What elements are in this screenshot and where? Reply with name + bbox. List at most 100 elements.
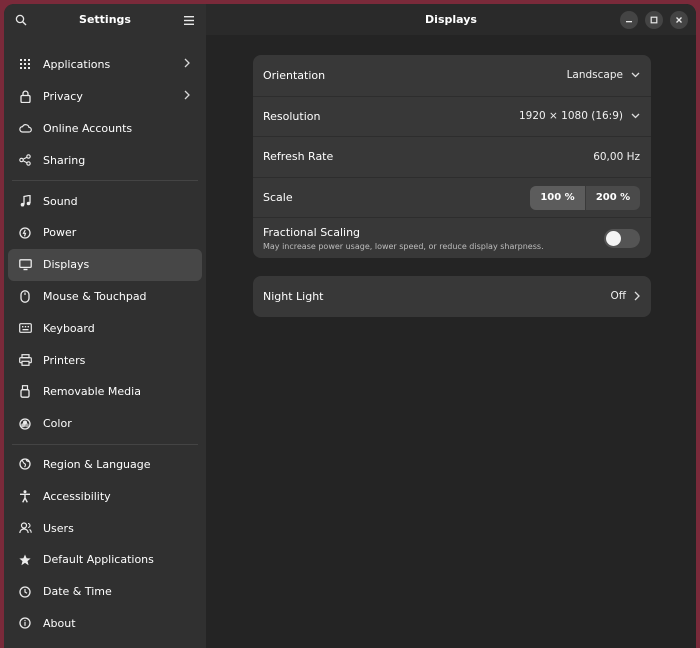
maximize-button[interactable] bbox=[645, 11, 663, 29]
page-title: Displays bbox=[425, 13, 477, 26]
printer-icon bbox=[18, 353, 32, 367]
scale-200-button[interactable]: 200 % bbox=[585, 185, 640, 210]
sidebar-header: Settings bbox=[4, 4, 206, 35]
fractional-scaling-description: May increase power usage, lower speed, o… bbox=[263, 241, 544, 251]
sidebar-item-printers[interactable]: Printers bbox=[8, 344, 202, 376]
mouse-icon bbox=[18, 289, 32, 303]
star-icon bbox=[18, 553, 32, 567]
close-icon bbox=[676, 17, 682, 23]
sidebar-item-applications[interactable]: Applications bbox=[8, 49, 202, 81]
search-icon[interactable] bbox=[12, 11, 30, 29]
globe-icon bbox=[18, 457, 32, 471]
color-icon bbox=[18, 417, 32, 431]
sidebar-item-sound[interactable]: Sound bbox=[8, 185, 202, 217]
minimize-button[interactable] bbox=[620, 11, 638, 29]
usb-icon bbox=[18, 385, 32, 399]
share-icon bbox=[18, 153, 32, 167]
refresh-rate-label: Refresh Rate bbox=[263, 150, 334, 164]
night-light-value: Off bbox=[610, 290, 627, 303]
menu-icon[interactable] bbox=[180, 11, 198, 29]
grid-icon bbox=[18, 58, 32, 72]
night-light-card: Night Light Off bbox=[253, 276, 651, 317]
fractional-scaling-label: Fractional Scaling bbox=[263, 225, 361, 239]
sidebar-item-power[interactable]: Power bbox=[8, 217, 202, 249]
switch-knob bbox=[606, 230, 621, 246]
orientation-row[interactable]: Orientation Landscape bbox=[253, 55, 651, 96]
sidebar-item-label: Removable Media bbox=[43, 385, 141, 399]
sidebar-title: Settings bbox=[79, 13, 131, 26]
sidebar-item-label: Printers bbox=[43, 353, 86, 367]
scale-100-button[interactable]: 100 % bbox=[530, 185, 585, 210]
sidebar-item-label: Sound bbox=[43, 194, 78, 208]
resolution-label: Resolution bbox=[263, 109, 321, 123]
scale-row: Scale 100 % 200 % bbox=[253, 176, 651, 218]
keyboard-icon bbox=[18, 321, 32, 335]
sidebar-item-date-and-time[interactable]: Date & Time bbox=[8, 576, 202, 608]
sidebar-item-accessibility[interactable]: Accessibility bbox=[8, 480, 202, 512]
sidebar-separator bbox=[12, 180, 198, 182]
refresh-rate-row: Refresh Rate 60,00 Hz bbox=[253, 136, 651, 177]
monitor-icon bbox=[18, 258, 32, 272]
sidebar-item-removable-media[interactable]: Removable Media bbox=[8, 376, 202, 408]
lock-icon bbox=[18, 90, 32, 104]
chevron-right-icon bbox=[184, 58, 190, 71]
fractional-scaling-text: Fractional Scaling May increase power us… bbox=[263, 226, 544, 251]
settings-window: Settings Applications Privacy Online Accou… bbox=[4, 4, 696, 648]
sidebar-item-label: About bbox=[43, 616, 76, 630]
resolution-row[interactable]: Resolution 1920 × 1080 (16:9) bbox=[253, 95, 651, 137]
chevron-right-icon bbox=[634, 291, 640, 301]
sidebar-item-label: Privacy bbox=[43, 90, 83, 104]
main-header: Displays bbox=[206, 4, 696, 35]
display-settings-card: Orientation Landscape Resolution 1920 × … bbox=[253, 55, 651, 258]
refresh-rate-value: 60,00 Hz bbox=[593, 150, 640, 163]
sidebar-item-online-accounts[interactable]: Online Accounts bbox=[8, 113, 202, 145]
sidebar-item-users[interactable]: Users bbox=[8, 512, 202, 544]
sidebar-item-label: Online Accounts bbox=[43, 121, 133, 135]
sidebar-item-mouse-and-touchpad[interactable]: Mouse & Touchpad bbox=[8, 281, 202, 313]
sidebar-item-privacy[interactable]: Privacy bbox=[8, 81, 202, 113]
orientation-dropdown[interactable]: Landscape bbox=[567, 69, 640, 81]
fractional-scaling-row[interactable]: Fractional Scaling May increase power us… bbox=[253, 217, 651, 258]
sidebar-item-label: Users bbox=[43, 521, 74, 535]
sidebar-list: Applications Privacy Online Accounts Sharin… bbox=[4, 35, 206, 639]
scale-toggle-group: 100 % 200 % bbox=[530, 185, 640, 210]
resolution-dropdown[interactable]: 1920 × 1080 (16:9) bbox=[519, 110, 640, 122]
night-light-status: Off bbox=[611, 290, 641, 302]
sidebar-item-label: Keyboard bbox=[43, 321, 95, 335]
power-icon bbox=[18, 226, 32, 240]
maximize-icon bbox=[650, 16, 658, 24]
sidebar-item-about[interactable]: About bbox=[8, 608, 202, 640]
sidebar-item-label: Displays bbox=[43, 258, 90, 272]
sidebar-item-default-applications[interactable]: Default Applications bbox=[8, 544, 202, 576]
sidebar-item-sharing[interactable]: Sharing bbox=[8, 144, 202, 176]
sidebar-item-keyboard[interactable]: Keyboard bbox=[8, 312, 202, 344]
accessibility-icon bbox=[18, 489, 32, 503]
resolution-value: 1920 × 1080 (16:9) bbox=[518, 110, 623, 123]
sidebar-item-label: Color bbox=[43, 417, 72, 431]
minimize-icon bbox=[626, 21, 632, 23]
users-icon bbox=[18, 521, 32, 535]
chevron-down-icon bbox=[631, 113, 640, 119]
sidebar-item-label: Power bbox=[43, 226, 77, 240]
main-panel: Displays Orientation Landscape Resolutio… bbox=[206, 4, 696, 648]
close-button[interactable] bbox=[670, 11, 688, 29]
sidebar-item-label: Applications bbox=[43, 58, 111, 72]
sidebar-item-color[interactable]: Color bbox=[8, 408, 202, 440]
fractional-scaling-switch[interactable] bbox=[604, 228, 640, 248]
info-icon bbox=[18, 616, 32, 630]
chevron-down-icon bbox=[631, 72, 640, 78]
sidebar-item-label: Accessibility bbox=[43, 489, 111, 503]
orientation-label: Orientation bbox=[263, 68, 326, 82]
sidebar-item-displays[interactable]: Displays bbox=[8, 248, 202, 281]
chevron-right-icon bbox=[184, 90, 190, 103]
sidebar-item-label: Date & Time bbox=[43, 585, 112, 599]
night-light-row[interactable]: Night Light Off bbox=[253, 276, 651, 317]
orientation-value: Landscape bbox=[566, 69, 623, 82]
sidebar: Settings Applications Privacy Online Accou… bbox=[4, 4, 206, 648]
sidebar-item-region-and-language[interactable]: Region & Language bbox=[8, 449, 202, 481]
night-light-label: Night Light bbox=[263, 289, 324, 303]
cloud-icon bbox=[18, 121, 32, 135]
scale-label: Scale bbox=[263, 191, 293, 205]
music-note-icon bbox=[18, 194, 32, 208]
sidebar-separator bbox=[12, 443, 198, 445]
